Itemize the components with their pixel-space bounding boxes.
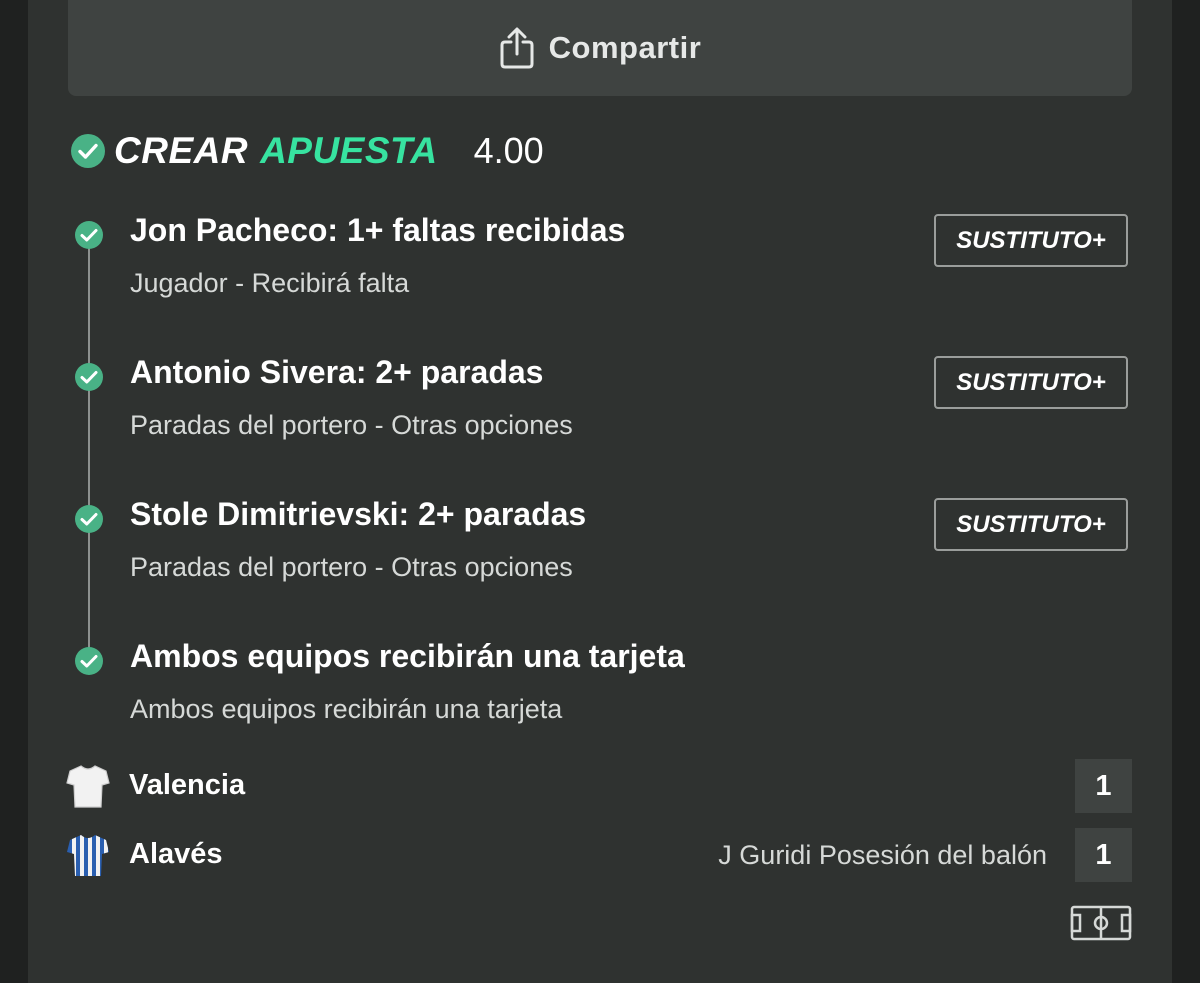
team-row-away: Alavés J Guridi Posesión del balón 1 xyxy=(66,828,1132,882)
selection-title: Ambos equipos recibirán una tarjeta xyxy=(130,638,685,674)
team-info: J Guridi Posesión del balón xyxy=(718,840,1047,870)
check-circle-icon xyxy=(74,220,104,250)
white-shirt-icon xyxy=(66,763,110,809)
bet-odds: 4.00 xyxy=(473,130,544,171)
selection-title: Stole Dimitrievski: 2+ paradas xyxy=(130,496,587,532)
substitute-button[interactable]: SUSTITUTO+ xyxy=(934,214,1128,267)
share-icon xyxy=(499,26,535,70)
selection-subtitle: Paradas del portero - Otras opciones xyxy=(130,410,573,440)
check-circle-icon xyxy=(74,504,104,534)
bet-builder-header: CREAR APUESTA 4.00 xyxy=(70,128,544,174)
team-row-home: Valencia 1 xyxy=(66,759,1132,813)
selection-title: Antonio Sivera: 2+ paradas xyxy=(130,354,544,390)
selection-subtitle: Jugador - Recibirá falta xyxy=(130,268,410,298)
bet-builder-title-accent: APUESTA xyxy=(260,130,438,171)
check-circle-icon xyxy=(74,362,104,392)
bet-builder-title: CREAR xyxy=(114,130,249,171)
check-circle-icon xyxy=(70,133,106,169)
striped-shirt-icon xyxy=(66,832,110,878)
team-score: 1 xyxy=(1075,828,1132,882)
selection-title: Jon Pacheco: 1+ faltas recibidas xyxy=(130,212,626,248)
check-circle-icon xyxy=(74,646,104,676)
team-score: 1 xyxy=(1075,759,1132,813)
pitch-icon[interactable] xyxy=(1070,905,1132,941)
team-name: Valencia xyxy=(129,769,246,801)
share-button[interactable]: Compartir xyxy=(68,0,1132,96)
substitute-button[interactable]: SUSTITUTO+ xyxy=(934,498,1128,551)
selection-subtitle: Paradas del portero - Otras opciones xyxy=(130,552,573,582)
selection-subtitle: Ambos equipos recibirán una tarjeta xyxy=(130,694,563,724)
team-name: Alavés xyxy=(129,838,223,870)
selection-timeline xyxy=(88,232,90,656)
substitute-button[interactable]: SUSTITUTO+ xyxy=(934,356,1128,409)
share-label: Compartir xyxy=(548,30,702,65)
